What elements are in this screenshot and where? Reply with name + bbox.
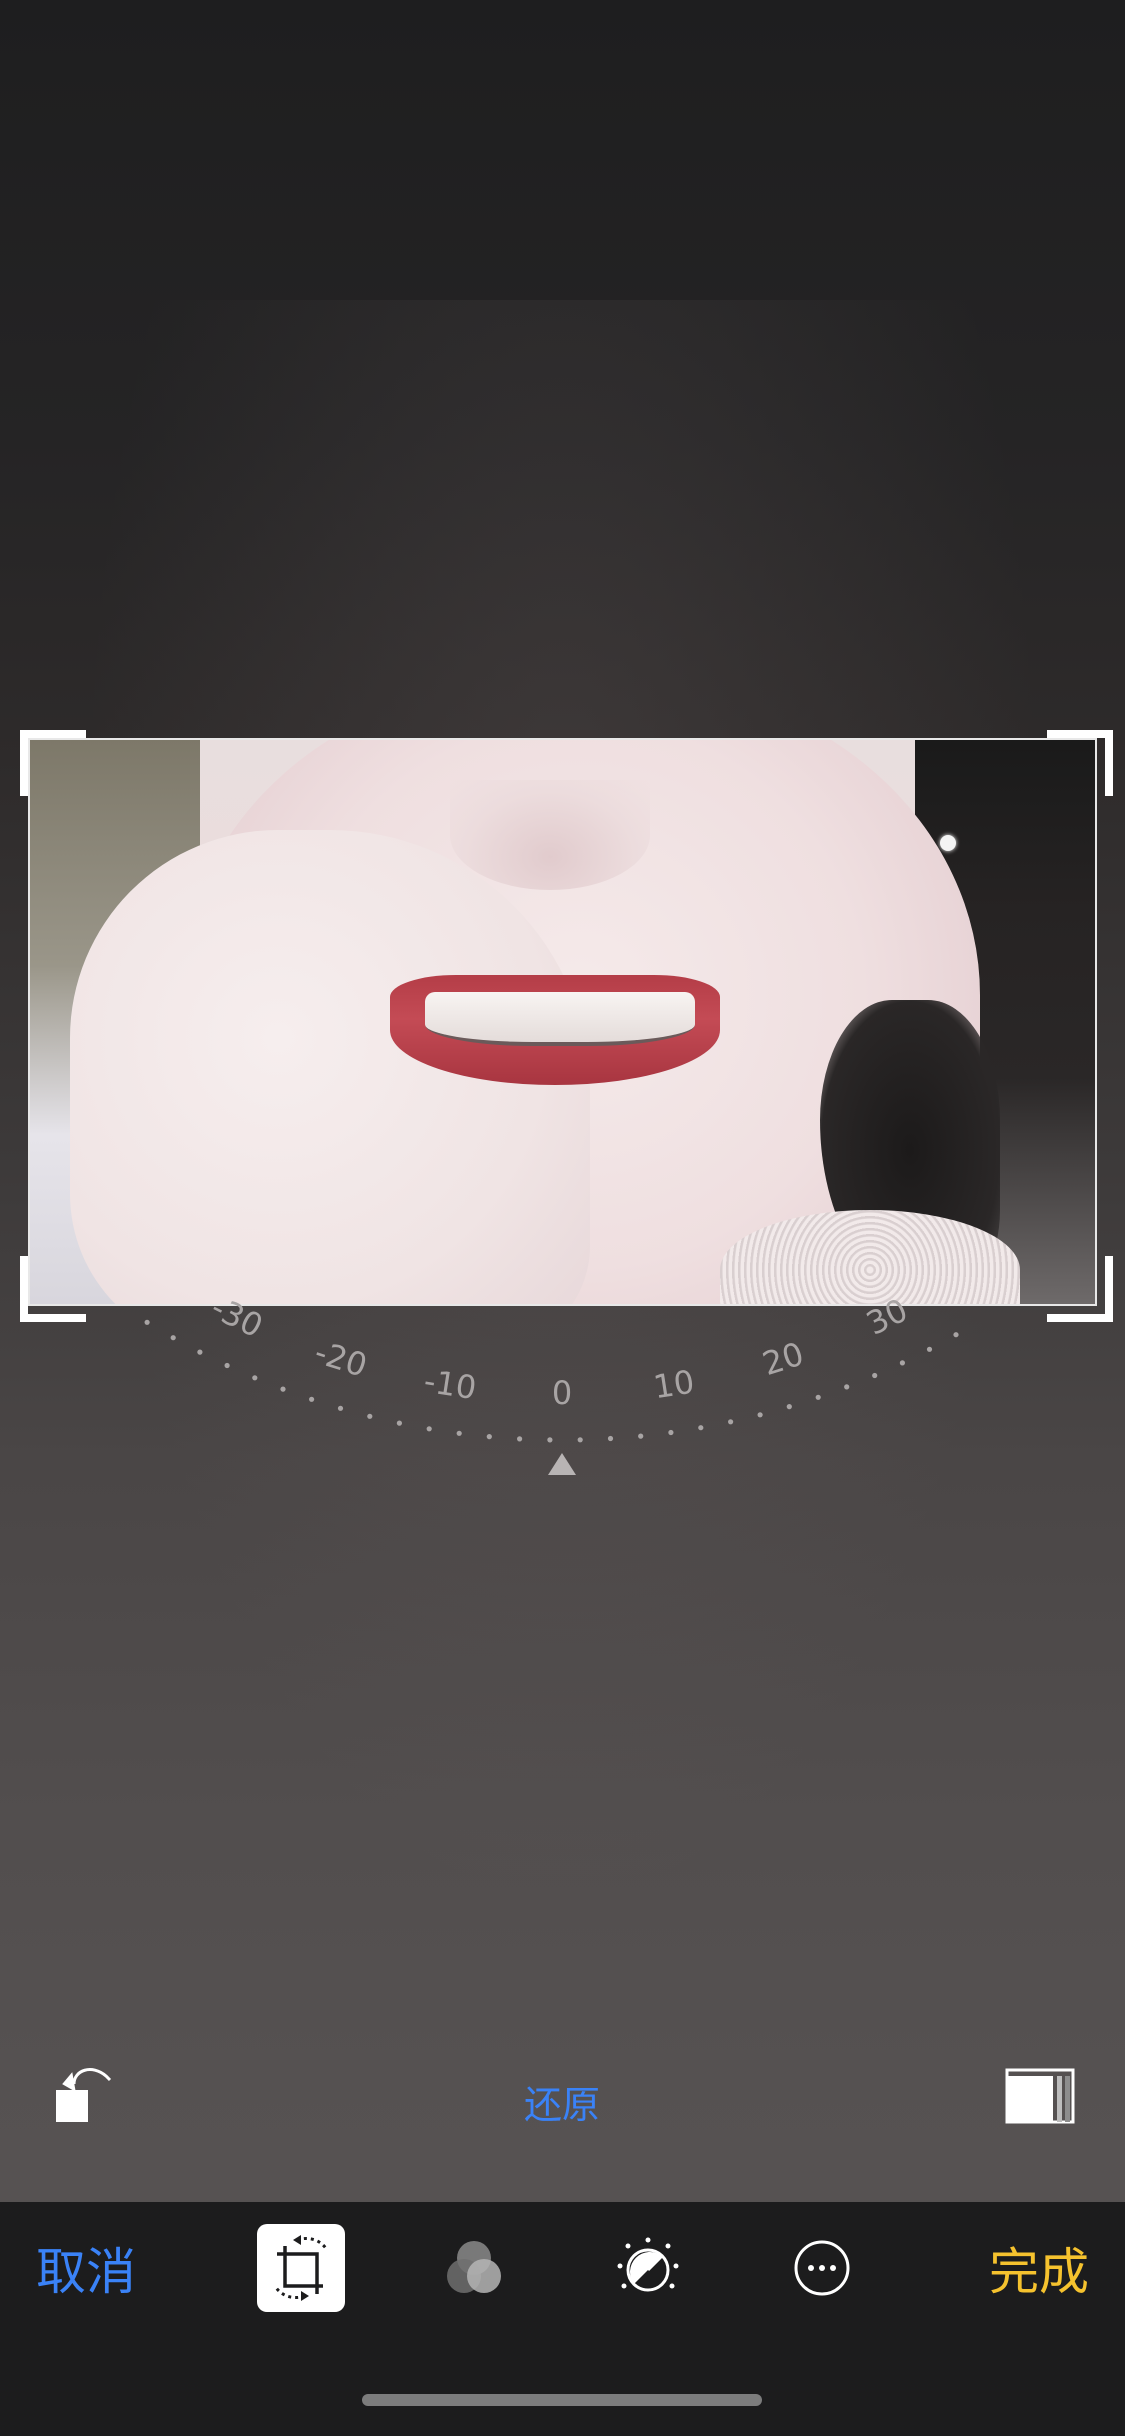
cancel-button[interactable]: 取消 [36, 2232, 136, 2312]
dial-minor-tick [547, 1437, 553, 1443]
dial-minor-tick [309, 1396, 315, 1402]
adjust-icon[interactable] [604, 2224, 692, 2312]
dial-minor-tick [899, 1360, 906, 1366]
edit-toolbar: 取消 完成 [0, 2202, 1125, 2436]
dial-minor-tick [607, 1435, 614, 1442]
dial-minor-tick [280, 1386, 286, 1392]
dial-minor-tick [197, 1349, 203, 1355]
dial-minor-tick [517, 1436, 523, 1442]
dial-minor-tick [728, 1419, 734, 1425]
crop-rotate-icon[interactable] [257, 2224, 345, 2312]
photo-earring [940, 835, 956, 851]
dial-label: 0 [552, 1374, 572, 1412]
dial-minor-tick [224, 1362, 230, 1369]
dial-minor-tick [426, 1426, 432, 1432]
dial-minor-tick [815, 1394, 821, 1400]
dial-minor-tick [456, 1430, 462, 1436]
photo-nose [450, 780, 650, 890]
dial-minor-tick [757, 1412, 763, 1418]
dial-minor-tick [337, 1405, 344, 1411]
dial-minor-tick [786, 1404, 792, 1410]
dial-minor-tick [668, 1429, 674, 1436]
rotate-icon[interactable] [52, 2058, 116, 2128]
photo-teeth [425, 992, 695, 1046]
dial-label: -20 [310, 1333, 371, 1385]
dial-minor-tick [144, 1319, 150, 1325]
dial-labels: -30 -20 -10 0 10 20 30 [205, 1290, 914, 1412]
straighten-dial[interactable]: -30 -20 -10 0 10 20 30 [0, 1290, 1125, 1490]
reset-button[interactable]: 还原 [462, 2075, 662, 2135]
dial-minor-tick [844, 1384, 850, 1390]
dial-minor-tick [638, 1433, 644, 1439]
dial-minor-tick [698, 1425, 704, 1431]
photo-crop-area[interactable] [28, 738, 1097, 1306]
home-indicator [362, 2394, 762, 2406]
dial-minor-tick [486, 1434, 492, 1440]
dial-minor-tick [170, 1335, 176, 1341]
photo-editor-screen: -30 -20 -10 0 10 20 30 还原 取消 完成 [0, 0, 1125, 2436]
dial-minor-tick [953, 1332, 959, 1338]
dial-label: 10 [651, 1363, 697, 1407]
dial-label: 30 [860, 1291, 913, 1343]
done-button[interactable]: 完成 [989, 2232, 1089, 2312]
dial-minor-tick [396, 1420, 402, 1426]
dial-label: -10 [421, 1362, 478, 1408]
dial-minor-tick [577, 1437, 583, 1443]
filters-icon[interactable] [430, 2224, 518, 2312]
more-icon[interactable] [778, 2224, 866, 2312]
dial-minor-tick [926, 1346, 933, 1352]
aspect-ratio-icon[interactable] [1005, 2068, 1077, 2124]
dial-minor-tick [872, 1372, 878, 1379]
dial-minor-tick [367, 1413, 373, 1419]
dial-pointer-icon [548, 1453, 576, 1475]
dial-minor-tick [252, 1375, 258, 1381]
crop-handle-top-right[interactable] [1047, 730, 1113, 796]
dial-label: 20 [758, 1335, 808, 1384]
crop-handle-top-left[interactable] [20, 730, 86, 796]
dial-label: -30 [205, 1290, 269, 1345]
